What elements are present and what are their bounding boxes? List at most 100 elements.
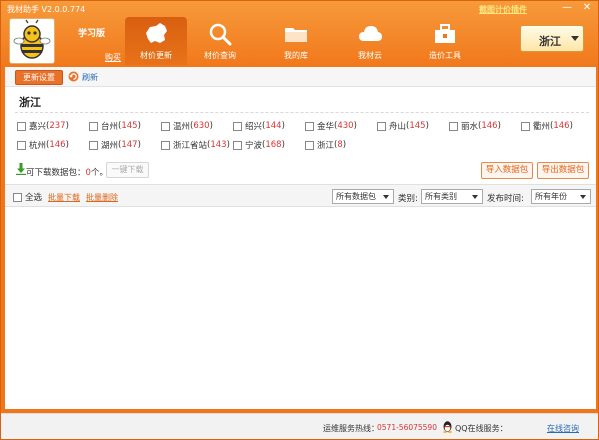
city-checkbox-jinhua[interactable]: 金华(430) [305,120,357,132]
select-all-label: 全选 [25,193,43,203]
nav-label: 材价更新 [140,51,172,60]
city-name: 嘉兴 [29,122,47,132]
city-name: 台州 [101,122,119,132]
city-checkbox-lishui[interactable]: 丽水(146) [449,120,501,132]
nav-material-price-query[interactable]: 材价查询 [189,17,251,65]
city-name: 浙江省站 [173,141,208,151]
hotline-number: 0571-56075590 [377,423,437,432]
one-click-download-button[interactable]: 一键下载 [106,162,149,178]
nav-label: 材价查询 [204,51,236,60]
update-settings-button[interactable]: 更新设置 [15,70,63,85]
city-count: 168 [265,140,282,150]
nav-my-library[interactable]: 我的库 [265,17,327,65]
app-logo [9,18,55,64]
cloud-icon [359,26,382,41]
city-name: 舟山 [389,122,407,132]
chevron-down-icon [383,195,389,199]
plugin-link[interactable]: 截图计价插件 [479,4,527,15]
city-checkbox-shaoxing[interactable]: 绍兴(144) [233,120,285,132]
publish-date-label: 发布时间: [487,194,524,204]
bee-logo-icon [13,19,51,59]
city-name: 湖州 [101,141,119,151]
app-title: 我材助手 V2.0.0.774 [7,5,86,14]
city-checkbox-ningbo[interactable]: 宁波(168) [233,139,285,151]
city-count: 237 [49,121,66,131]
bulk-delete-link[interactable]: 批量删除 [86,192,118,203]
publish-year-select[interactable]: 所有年份 [531,189,591,204]
city-name: 浙江 [317,141,335,151]
toolbox-icon [435,24,455,43]
city-count: 144 [265,121,282,131]
city-count: 146 [481,121,498,131]
city-count: 146 [49,140,66,150]
city-name: 温州 [173,122,191,132]
close-button[interactable]: ✕ [581,3,593,14]
app-window: 我材助手 V2.0.0.774 截图计价插件 — ✕ 学习版 购买 材价更新 材… [0,0,599,440]
province-dropdown[interactable]: 浙江 [520,25,584,52]
city-checkbox-zhejiang-station[interactable]: 浙江省站(143) [161,139,230,151]
city-count: 143 [210,140,227,150]
city-name: 丽水 [461,122,479,132]
qq-penguin-icon [443,421,452,433]
minimize-button[interactable]: — [561,3,573,14]
status-bar: 运维服务热线： 0571-56075590 QQ在线服务： 在线咨询 [1,413,598,439]
checkbox[interactable] [89,121,98,131]
city-name: 金华 [317,122,335,132]
bulk-download-link[interactable]: 批量下载 [48,192,80,203]
checkbox[interactable] [233,121,242,131]
nav-material-price-update[interactable]: 材价更新 [125,17,187,65]
city-checkbox-wenzhou[interactable]: 温州(630) [161,120,213,132]
buy-link[interactable]: 购买 [105,52,121,63]
checkbox[interactable] [161,121,170,131]
checkbox[interactable] [13,192,22,202]
city-checkbox-jiaxing[interactable]: 嘉兴(237) [17,120,69,132]
folder-icon [285,28,307,42]
import-package-button[interactable]: 导入数据包 [481,162,533,179]
nav-label: 我材云 [358,51,382,60]
select-all-checkbox[interactable]: 全选 [13,191,42,203]
china-map-icon [146,23,167,43]
city-count: 8 [337,140,343,150]
package-list-area [5,208,596,409]
checkbox[interactable] [521,121,530,131]
city-checkbox-quzhou[interactable]: 衢州(146) [521,120,573,132]
city-count: 145 [121,121,138,131]
online-consult-link[interactable]: 在线咨询 [547,423,579,434]
refresh-link[interactable]: 刷新 [82,72,98,83]
region-divider [15,112,589,113]
city-count: 630 [193,121,210,131]
checkbox[interactable] [305,140,314,150]
edition-label: 学习版 [78,29,106,39]
qq-service-label: QQ在线服务： [455,424,508,433]
category-filter-value: 所有类别 [425,192,457,201]
region-title: 浙江 [19,96,41,109]
checkbox[interactable] [17,140,26,150]
city-checkbox-taizhou[interactable]: 台州(145) [89,120,141,132]
nav-cost-tools[interactable]: 造价工具 [414,17,476,65]
city-checkbox-zhoushan[interactable]: 舟山(145) [377,120,429,132]
city-checkbox-huzhou[interactable]: 湖州(147) [89,139,141,151]
province-dropdown-label: 浙江 [539,35,561,48]
category-filter-select[interactable]: 所有类别 [421,189,483,204]
chevron-down-icon [472,195,478,199]
checkbox[interactable] [17,121,26,131]
chevron-down-icon [571,36,579,41]
city-checkbox-hangzhou[interactable]: 杭州(146) [17,139,69,151]
nav-label: 我的库 [284,51,308,60]
toolbar: 更新设置 刷新 [5,67,596,87]
content-panel: 更新设置 刷新 浙江 嘉兴(237) 台州(145) 温州(630) 绍兴(14… [5,67,596,409]
export-package-button[interactable]: 导出数据包 [537,162,589,179]
checkbox[interactable] [233,140,242,150]
package-filter-select[interactable]: 所有数据包 [332,189,394,204]
checkbox[interactable] [449,121,458,131]
city-checkbox-zhejiang[interactable]: 浙江(8) [305,139,346,151]
search-icon [209,23,232,46]
publish-year-value: 所有年份 [535,192,567,201]
checkbox[interactable] [377,121,386,131]
refresh-icon[interactable] [68,71,79,82]
city-count: 145 [409,121,426,131]
checkbox[interactable] [161,140,170,150]
checkbox[interactable] [305,121,314,131]
checkbox[interactable] [89,140,98,150]
nav-my-cloud[interactable]: 我材云 [339,17,401,65]
